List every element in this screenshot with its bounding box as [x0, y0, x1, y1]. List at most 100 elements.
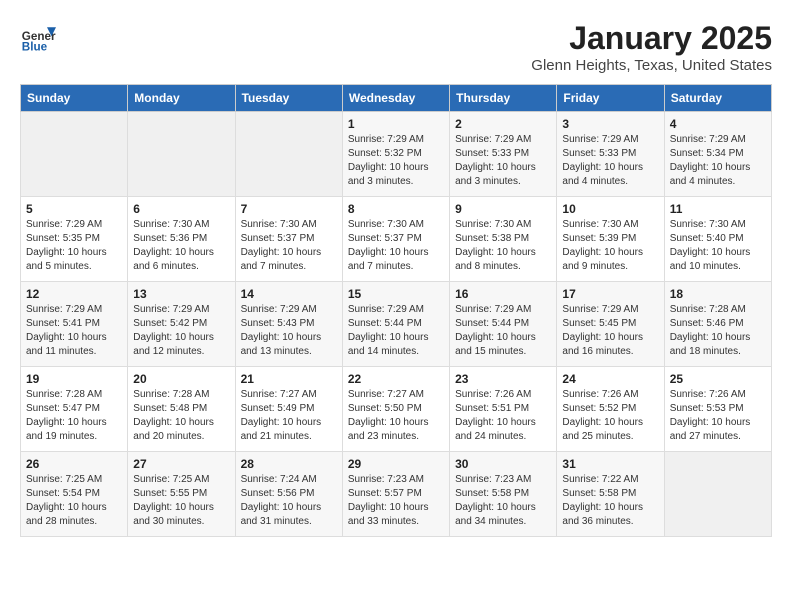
day-cell: 9 Sunrise: 7:30 AMSunset: 5:38 PMDaylight…	[450, 197, 557, 282]
day-cell: 31 Sunrise: 7:22 AMSunset: 5:58 PMDayligh…	[557, 452, 664, 537]
day-info: Sunrise: 7:26 AMSunset: 5:53 PMDaylight:…	[670, 388, 766, 444]
day-info: Sunrise: 7:29 AMSunset: 5:41 PMDaylight:…	[26, 303, 122, 359]
day-info: Sunrise: 7:27 AMSunset: 5:50 PMDaylight:…	[348, 388, 444, 444]
day-info: Sunrise: 7:26 AMSunset: 5:51 PMDaylight:…	[455, 388, 551, 444]
day-info: Sunrise: 7:29 AMSunset: 5:35 PMDaylight:…	[26, 218, 122, 274]
header-sunday: Sunday	[21, 85, 128, 112]
day-cell: 7Sunrise: 7:30 AMSunset: 5:37 PMDaylight…	[235, 197, 342, 282]
day-cell: 3 Sunrise: 7:29 AMSunset: 5:33 PMDaylight…	[557, 112, 664, 197]
header-wednesday: Wednesday	[342, 85, 449, 112]
day-number: 13	[133, 287, 229, 301]
day-info: Sunrise: 7:29 AMSunset: 5:43 PMDaylight:…	[241, 303, 337, 359]
day-info: Sunrise: 7:29 AMSunset: 5:34 PMDaylight:…	[670, 133, 766, 189]
day-cell: 20 Sunrise: 7:28 AMSunset: 5:48 PMDayligh…	[128, 367, 235, 452]
day-number: 24	[562, 372, 658, 386]
day-number: 9	[455, 202, 551, 216]
day-info: Sunrise: 7:29 AMSunset: 5:44 PMDaylight:…	[348, 303, 444, 359]
day-cell: 10 Sunrise: 7:30 AMSunset: 5:39 PMDayligh…	[557, 197, 664, 282]
day-number: 15	[348, 287, 444, 301]
day-cell	[21, 112, 128, 197]
day-cell: 8Sunrise: 7:30 AMSunset: 5:37 PMDaylight…	[342, 197, 449, 282]
header-monday: Monday	[128, 85, 235, 112]
day-info: Sunrise: 7:23 AMSunset: 5:57 PMDaylight:…	[348, 473, 444, 529]
day-number: 1	[348, 117, 444, 131]
day-cell	[235, 112, 342, 197]
logo-icon: General Blue	[20, 20, 56, 56]
day-info: Sunrise: 7:30 AMSunset: 5:36 PMDaylight:…	[133, 218, 229, 274]
day-number: 31	[562, 457, 658, 471]
day-info: Sunrise: 7:29 AMSunset: 5:33 PMDaylight:…	[562, 133, 658, 189]
calendar-table: Sunday Monday Tuesday Wednesday Thursday…	[20, 84, 772, 537]
day-cell: 2 Sunrise: 7:29 AMSunset: 5:33 PMDaylight…	[450, 112, 557, 197]
day-number: 26	[26, 457, 122, 471]
day-info: Sunrise: 7:29 AMSunset: 5:32 PMDaylight:…	[348, 133, 444, 189]
day-cell: 29 Sunrise: 7:23 AMSunset: 5:57 PMDayligh…	[342, 452, 449, 537]
day-info: Sunrise: 7:28 AMSunset: 5:46 PMDaylight:…	[670, 303, 766, 359]
day-cell: 22 Sunrise: 7:27 AMSunset: 5:50 PMDayligh…	[342, 367, 449, 452]
day-number: 27	[133, 457, 229, 471]
title-block: January 2025 Glenn Heights, Texas, Unite…	[531, 20, 772, 74]
day-info: Sunrise: 7:29 AMSunset: 5:42 PMDaylight:…	[133, 303, 229, 359]
day-cell: 17 Sunrise: 7:29 AMSunset: 5:45 PMDayligh…	[557, 282, 664, 367]
header-thursday: Thursday	[450, 85, 557, 112]
day-info: Sunrise: 7:30 AMSunset: 5:40 PMDaylight:…	[670, 218, 766, 274]
day-number: 16	[455, 287, 551, 301]
calendar-title: January 2025	[531, 20, 772, 57]
day-number: 14	[241, 287, 337, 301]
day-cell: 16Sunrise: 7:29 AMSunset: 5:44 PMDayligh…	[450, 282, 557, 367]
day-info: Sunrise: 7:25 AMSunset: 5:54 PMDaylight:…	[26, 473, 122, 529]
week-row-4: 19 Sunrise: 7:28 AMSunset: 5:47 PMDayligh…	[21, 367, 772, 452]
day-cell: 25Sunrise: 7:26 AMSunset: 5:53 PMDayligh…	[664, 367, 771, 452]
day-info: Sunrise: 7:30 AMSunset: 5:39 PMDaylight:…	[562, 218, 658, 274]
day-number: 12	[26, 287, 122, 301]
day-number: 21	[241, 372, 337, 386]
day-cell: 4 Sunrise: 7:29 AMSunset: 5:34 PMDaylight…	[664, 112, 771, 197]
day-cell: 19 Sunrise: 7:28 AMSunset: 5:47 PMDayligh…	[21, 367, 128, 452]
day-info: Sunrise: 7:30 AMSunset: 5:38 PMDaylight:…	[455, 218, 551, 274]
day-number: 6	[133, 202, 229, 216]
day-info: Sunrise: 7:29 AMSunset: 5:33 PMDaylight:…	[455, 133, 551, 189]
week-row-1: 1 Sunrise: 7:29 AMSunset: 5:32 PMDaylight…	[21, 112, 772, 197]
day-number: 23	[455, 372, 551, 386]
day-cell: 6 Sunrise: 7:30 AMSunset: 5:36 PMDaylight…	[128, 197, 235, 282]
day-info: Sunrise: 7:26 AMSunset: 5:52 PMDaylight:…	[562, 388, 658, 444]
week-row-5: 26 Sunrise: 7:25 AMSunset: 5:54 PMDayligh…	[21, 452, 772, 537]
header-tuesday: Tuesday	[235, 85, 342, 112]
day-cell: 13 Sunrise: 7:29 AMSunset: 5:42 PMDayligh…	[128, 282, 235, 367]
header-friday: Friday	[557, 85, 664, 112]
day-info: Sunrise: 7:22 AMSunset: 5:58 PMDaylight:…	[562, 473, 658, 529]
day-cell: 24 Sunrise: 7:26 AMSunset: 5:52 PMDayligh…	[557, 367, 664, 452]
day-cell: 5Sunrise: 7:29 AMSunset: 5:35 PMDaylight…	[21, 197, 128, 282]
day-number: 22	[348, 372, 444, 386]
day-cell: 27Sunrise: 7:25 AMSunset: 5:55 PMDayligh…	[128, 452, 235, 537]
day-cell: 21 Sunrise: 7:27 AMSunset: 5:49 PMDayligh…	[235, 367, 342, 452]
day-number: 20	[133, 372, 229, 386]
day-cell: 28 Sunrise: 7:24 AMSunset: 5:56 PMDayligh…	[235, 452, 342, 537]
day-cell	[128, 112, 235, 197]
day-number: 18	[670, 287, 766, 301]
day-number: 28	[241, 457, 337, 471]
day-number: 17	[562, 287, 658, 301]
day-info: Sunrise: 7:27 AMSunset: 5:49 PMDaylight:…	[241, 388, 337, 444]
calendar-body: 1 Sunrise: 7:29 AMSunset: 5:32 PMDaylight…	[21, 112, 772, 537]
days-header-row: Sunday Monday Tuesday Wednesday Thursday…	[21, 85, 772, 112]
day-cell: 23 Sunrise: 7:26 AMSunset: 5:51 PMDayligh…	[450, 367, 557, 452]
calendar-subtitle: Glenn Heights, Texas, United States	[531, 57, 772, 74]
week-row-3: 12 Sunrise: 7:29 AMSunset: 5:41 PMDayligh…	[21, 282, 772, 367]
day-info: Sunrise: 7:30 AMSunset: 5:37 PMDaylight:…	[348, 218, 444, 274]
day-info: Sunrise: 7:29 AMSunset: 5:45 PMDaylight:…	[562, 303, 658, 359]
day-cell: 12 Sunrise: 7:29 AMSunset: 5:41 PMDayligh…	[21, 282, 128, 367]
day-cell: 30Sunrise: 7:23 AMSunset: 5:58 PMDayligh…	[450, 452, 557, 537]
day-number: 2	[455, 117, 551, 131]
day-info: Sunrise: 7:28 AMSunset: 5:48 PMDaylight:…	[133, 388, 229, 444]
day-number: 3	[562, 117, 658, 131]
day-number: 19	[26, 372, 122, 386]
day-cell: 26 Sunrise: 7:25 AMSunset: 5:54 PMDayligh…	[21, 452, 128, 537]
day-cell: 15 Sunrise: 7:29 AMSunset: 5:44 PMDayligh…	[342, 282, 449, 367]
day-number: 29	[348, 457, 444, 471]
day-number: 4	[670, 117, 766, 131]
day-info: Sunrise: 7:28 AMSunset: 5:47 PMDaylight:…	[26, 388, 122, 444]
day-number: 10	[562, 202, 658, 216]
svg-text:Blue: Blue	[22, 41, 48, 54]
day-info: Sunrise: 7:24 AMSunset: 5:56 PMDaylight:…	[241, 473, 337, 529]
